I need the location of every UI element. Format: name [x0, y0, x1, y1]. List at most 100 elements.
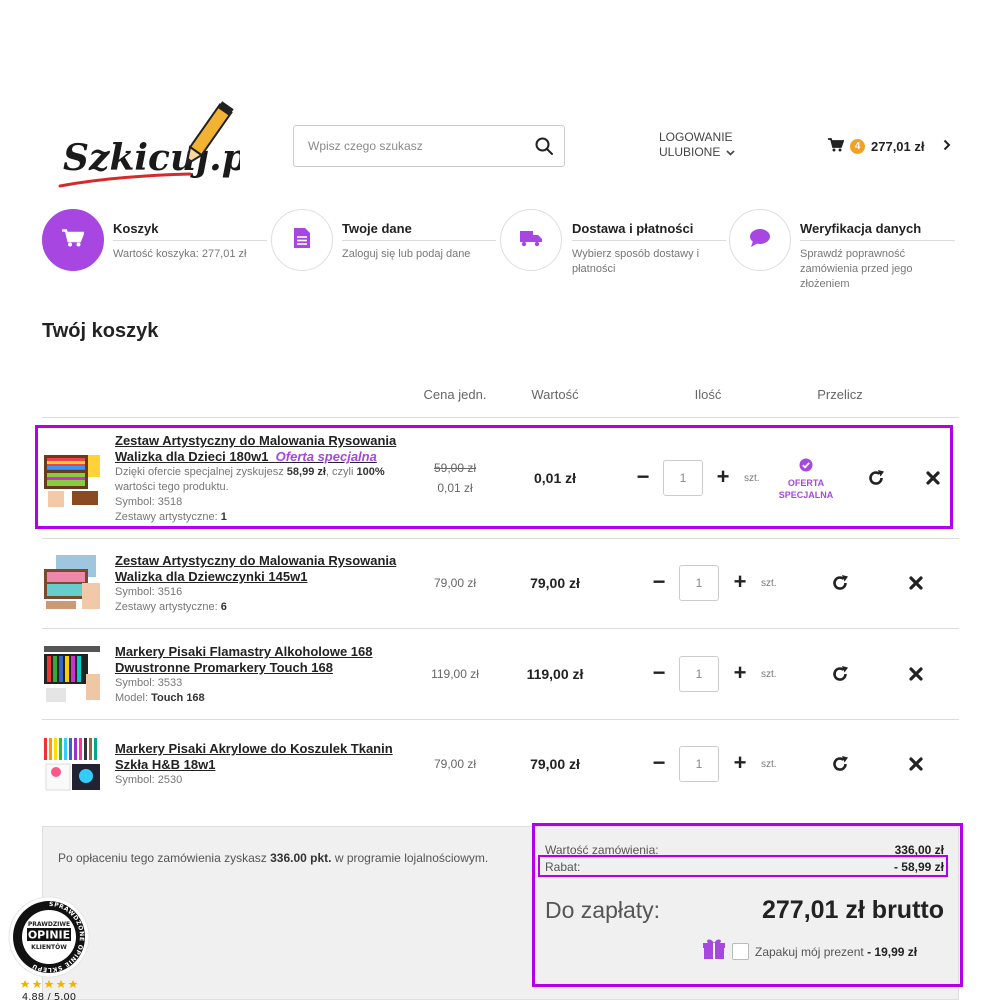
page-title: Twój koszyk [42, 320, 159, 342]
offer-description: Dzięki ofercie specjalnej zyskujesz 58,9… [115, 466, 385, 493]
step-verify-circle[interactable] [729, 209, 791, 271]
product-attribute: Zestawy artystyczne: 1 [115, 511, 227, 523]
remove-icon[interactable] [906, 754, 926, 774]
badge-line3: KLIENTÓW [31, 944, 67, 951]
rating-score: 4.88 / 5.00 [22, 992, 76, 1000]
minus-button[interactable]: − [649, 662, 669, 684]
unit-label: szt. [761, 578, 777, 589]
cart-icon [828, 137, 845, 155]
product-symbol: Symbol: 3518 [115, 496, 183, 508]
refresh-icon[interactable] [866, 468, 886, 488]
minus-button[interactable]: − [649, 752, 669, 774]
unit-label: szt. [761, 669, 777, 680]
cart-icon [62, 228, 85, 252]
step-cart-desc: Wartość koszyka: 277,01 zł [113, 248, 247, 260]
search-box[interactable] [293, 125, 565, 167]
product-image[interactable] [42, 553, 102, 613]
unit-label: szt. [744, 473, 760, 484]
step-verify-title: Weryfikacja danych [800, 221, 922, 236]
to-pay-label: Do zapłaty: [545, 897, 661, 923]
search-icon[interactable] [534, 136, 554, 156]
mini-cart[interactable]: 4 277,01 zł [828, 137, 951, 155]
row-value: 79,00 zł [530, 575, 580, 591]
step-delivery-desc: Wybierz sposób dostawy i płatności [572, 248, 700, 275]
logo-text: Szkicuj.pl [63, 137, 240, 179]
gift-wrap-label: Zapakuj mój prezent - 19,99 zł [755, 944, 918, 959]
step-divider [113, 240, 267, 241]
refresh-icon[interactable] [830, 664, 850, 684]
to-pay-total: 277,01 zł brutto [762, 896, 944, 924]
special-offer-badge: OFERTA SPECJALNA [775, 458, 837, 501]
unit-price: 119,00 zł [431, 667, 479, 681]
product-attribute: Zestawy artystyczne: 6 [115, 601, 227, 613]
product-image[interactable] [42, 734, 102, 794]
chevron-down-icon [726, 145, 735, 160]
divider [42, 628, 959, 629]
plus-button[interactable]: + [730, 571, 750, 593]
product-symbol: Symbol: 2530 [115, 774, 183, 786]
account-menu: LOGOWANIE ULUBIONE [659, 130, 735, 160]
step-cart-circle[interactable] [42, 209, 104, 271]
header-qty: Ilość [694, 387, 722, 402]
chevron-right-icon[interactable] [943, 139, 951, 154]
quantity-input[interactable] [679, 656, 719, 692]
product-name-link[interactable]: Markery Pisaki Akrylowe do Koszulek Tkan… [115, 741, 405, 773]
refresh-icon[interactable] [830, 573, 850, 593]
special-offer-label: Oferta specjalna [275, 449, 377, 464]
logo[interactable]: Szkicuj.pl [55, 98, 261, 193]
search-input[interactable] [294, 126, 524, 166]
remove-icon[interactable] [923, 468, 943, 488]
quantity-input[interactable] [679, 565, 719, 601]
product-name-link[interactable]: Markery Pisaki Flamastry Alkoholowe 168 D… [115, 644, 405, 676]
gift-checkbox[interactable] [732, 943, 749, 960]
special-offer-badge-text: OFERTA SPECJALNA [778, 478, 834, 500]
remove-icon[interactable] [906, 664, 926, 684]
remove-icon[interactable] [906, 573, 926, 593]
step-cart-title: Koszyk [113, 221, 159, 236]
truck-icon [519, 229, 543, 252]
discount-label: Rabat: [545, 860, 581, 874]
divider [42, 417, 959, 418]
favorites-link[interactable]: ULUBIONE [659, 145, 735, 160]
discount-value: - 58,99 zł [893, 860, 944, 874]
badge-line1: PRAWDZIWE [28, 921, 70, 928]
loyalty-info: Po opłaceniu tego zamówienia zyskasz 336… [58, 851, 489, 865]
unit-price: 79,00 zł [433, 576, 477, 590]
unit-label: szt. [761, 759, 777, 770]
divider [42, 719, 959, 720]
step-data-desc: Zaloguj się lub podaj dane [342, 248, 471, 260]
row-value: 119,00 zł [526, 666, 584, 682]
product-image[interactable] [42, 644, 102, 704]
step-divider [342, 240, 496, 241]
refresh-icon[interactable] [830, 754, 850, 774]
product-name-link[interactable]: Zestaw Artystyczny do Malowania Rysowani… [115, 553, 405, 585]
minus-button[interactable]: − [649, 571, 669, 593]
old-price: 59,00 zł [433, 461, 477, 475]
plus-button[interactable]: + [713, 466, 733, 488]
gift-wrap-option[interactable]: Zapakuj mój prezent - 19,99 zł [702, 938, 917, 965]
gift-icon [702, 938, 726, 965]
unit-price: 0,01 zł [437, 481, 473, 495]
cart-total: 277,01 zł [871, 138, 925, 154]
product-symbol: Symbol: 3533 [115, 677, 183, 689]
header-price: Cena jedn. [423, 387, 487, 402]
minus-button[interactable]: − [633, 466, 653, 488]
plus-button[interactable]: + [730, 752, 750, 774]
product-image[interactable] [42, 447, 102, 507]
step-data-circle[interactable] [271, 209, 333, 271]
star-icons [20, 980, 78, 988]
step-divider [572, 240, 726, 241]
product-name-link[interactable]: Zestaw Artystyczny do Malowania Rysowani… [115, 433, 405, 465]
cart-count-badge: 4 [850, 138, 865, 154]
quantity-input[interactable] [679, 746, 719, 782]
step-delivery-circle[interactable] [500, 209, 562, 271]
product-symbol: Symbol: 3516 [115, 586, 183, 598]
check-circle-icon [799, 458, 813, 476]
header-recalc: Przelicz [817, 387, 863, 402]
quantity-input[interactable] [663, 460, 703, 496]
login-link[interactable]: LOGOWANIE [659, 130, 735, 145]
reviews-badge[interactable]: SPRAWDZONE OPINIE SKLEPU PRAWDZIWE OPINI… [5, 892, 93, 1000]
badge-line2: OPINIE [28, 929, 70, 942]
plus-button[interactable]: + [730, 662, 750, 684]
divider [42, 538, 959, 539]
